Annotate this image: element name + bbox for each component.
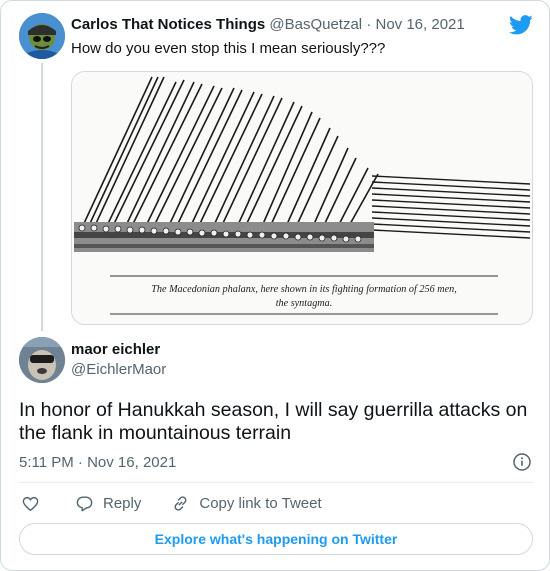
action-bar: Reply Copy link to Tweet (21, 492, 322, 514)
quoted-author-avatar[interactable] (19, 13, 65, 59)
quoted-author-name[interactable]: Carlos That Notices Things (71, 16, 265, 33)
info-icon[interactable] (513, 453, 531, 471)
explore-twitter-button[interactable]: Explore what's happening on Twitter (19, 523, 533, 555)
copy-link-button[interactable]: Copy link to Tweet (171, 494, 322, 513)
tweet-timestamp[interactable]: 5:11 PM · Nov 16, 2021 (19, 454, 176, 471)
tweet-embed-card: Carlos That Notices Things @BasQuetzal ·… (0, 0, 550, 571)
quoted-tweet-date[interactable]: Nov 16, 2021 (376, 16, 465, 33)
heart-icon (22, 496, 39, 511)
like-button[interactable] (21, 494, 43, 513)
thread-connector-line (41, 63, 43, 331)
link-icon (174, 495, 187, 511)
author-name[interactable]: maor eichler (71, 341, 160, 358)
quoted-tweet-header: Carlos That Notices Things @BasQuetzal ·… (71, 16, 465, 33)
reply-label: Reply (103, 494, 142, 512)
quoted-author-handle[interactable]: @BasQuetzal (269, 16, 362, 33)
image-caption-line-2: the syntagma. (276, 298, 333, 309)
meta-separator: · (362, 16, 376, 33)
tweet-text: In honor of Hanukkah season, I will say … (19, 399, 528, 444)
quoted-tweet-text: How do you even stop this I mean serious… (71, 40, 386, 57)
copy-link-label: Copy link to Tweet (199, 494, 322, 512)
quoted-tweet-image[interactable]: The Macedonian phalanx, here shown in it… (71, 71, 533, 325)
image-caption-line-1: The Macedonian phalanx, here shown in it… (151, 284, 457, 295)
author-handle[interactable]: @EichlerMaor (71, 361, 166, 378)
reply-button[interactable]: Reply (75, 494, 141, 513)
divider (19, 482, 533, 483)
author-avatar[interactable] (19, 337, 65, 383)
reply-icon (76, 495, 93, 511)
twitter-bird-icon[interactable] (509, 15, 533, 35)
